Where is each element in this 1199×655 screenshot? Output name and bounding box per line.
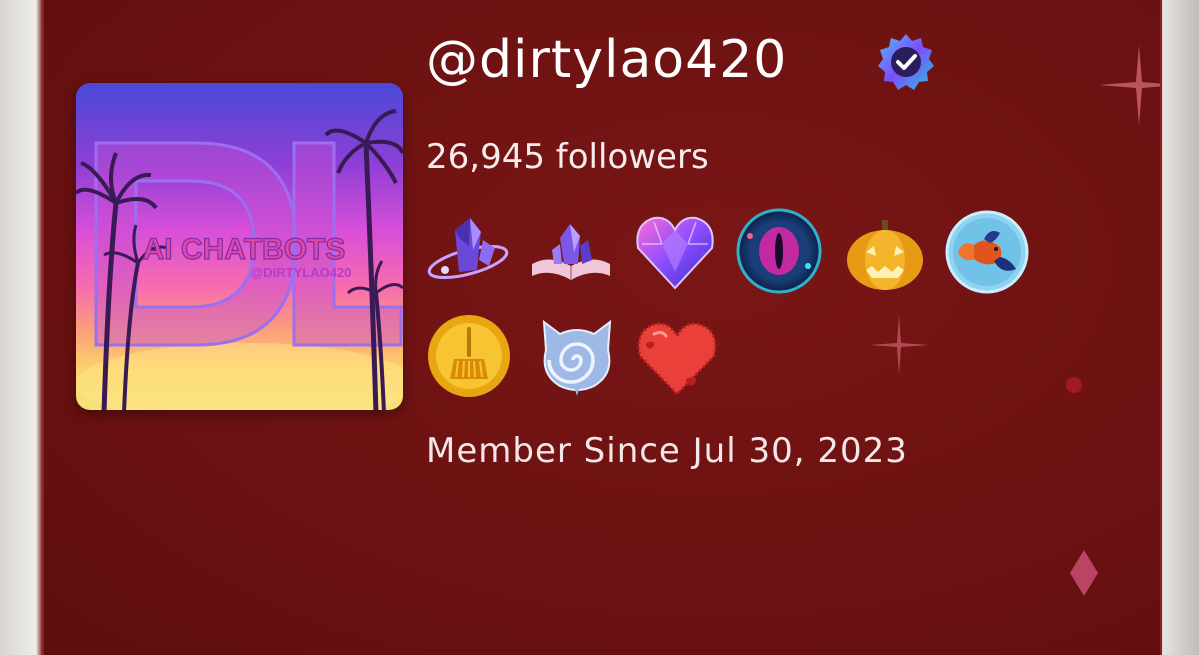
sparkle-icon — [869, 315, 929, 375]
avatar-title: AI CHATBOTS — [143, 233, 346, 266]
crystal-book-badge-icon[interactable] — [528, 210, 614, 296]
broom-coin-badge-icon[interactable] — [426, 313, 512, 399]
pumpkin-badge-icon[interactable] — [842, 212, 928, 298]
followers-count: 26,945 followers — [426, 137, 709, 177]
dragon-eye-badge-icon[interactable] — [736, 208, 822, 294]
avatar-artwork: AI CHATBOTS @DIRTYLAO420 — [76, 109, 403, 410]
member-since: Member Since Jul 30, 2023 — [426, 431, 908, 471]
betta-fish-badge-icon[interactable] — [944, 209, 1030, 295]
profile-handle: @dirtylao420 — [426, 30, 788, 90]
avatar-subtitle: @DIRTYLAO420 — [251, 265, 352, 280]
sparkle-icon — [1099, 45, 1160, 125]
spiral-cat-badge-icon[interactable] — [534, 310, 620, 396]
crystal-orbit-badge-icon[interactable] — [425, 210, 511, 296]
glow-dot-icon — [1066, 377, 1082, 393]
profile-avatar[interactable]: AI CHATBOTS @DIRTYLAO420 — [76, 83, 403, 410]
sparkle-icon — [1070, 550, 1098, 596]
red-heart-badge-icon[interactable] — [634, 314, 720, 400]
verified-badge-icon — [878, 34, 934, 90]
gem-heart-badge-icon[interactable] — [632, 210, 718, 296]
